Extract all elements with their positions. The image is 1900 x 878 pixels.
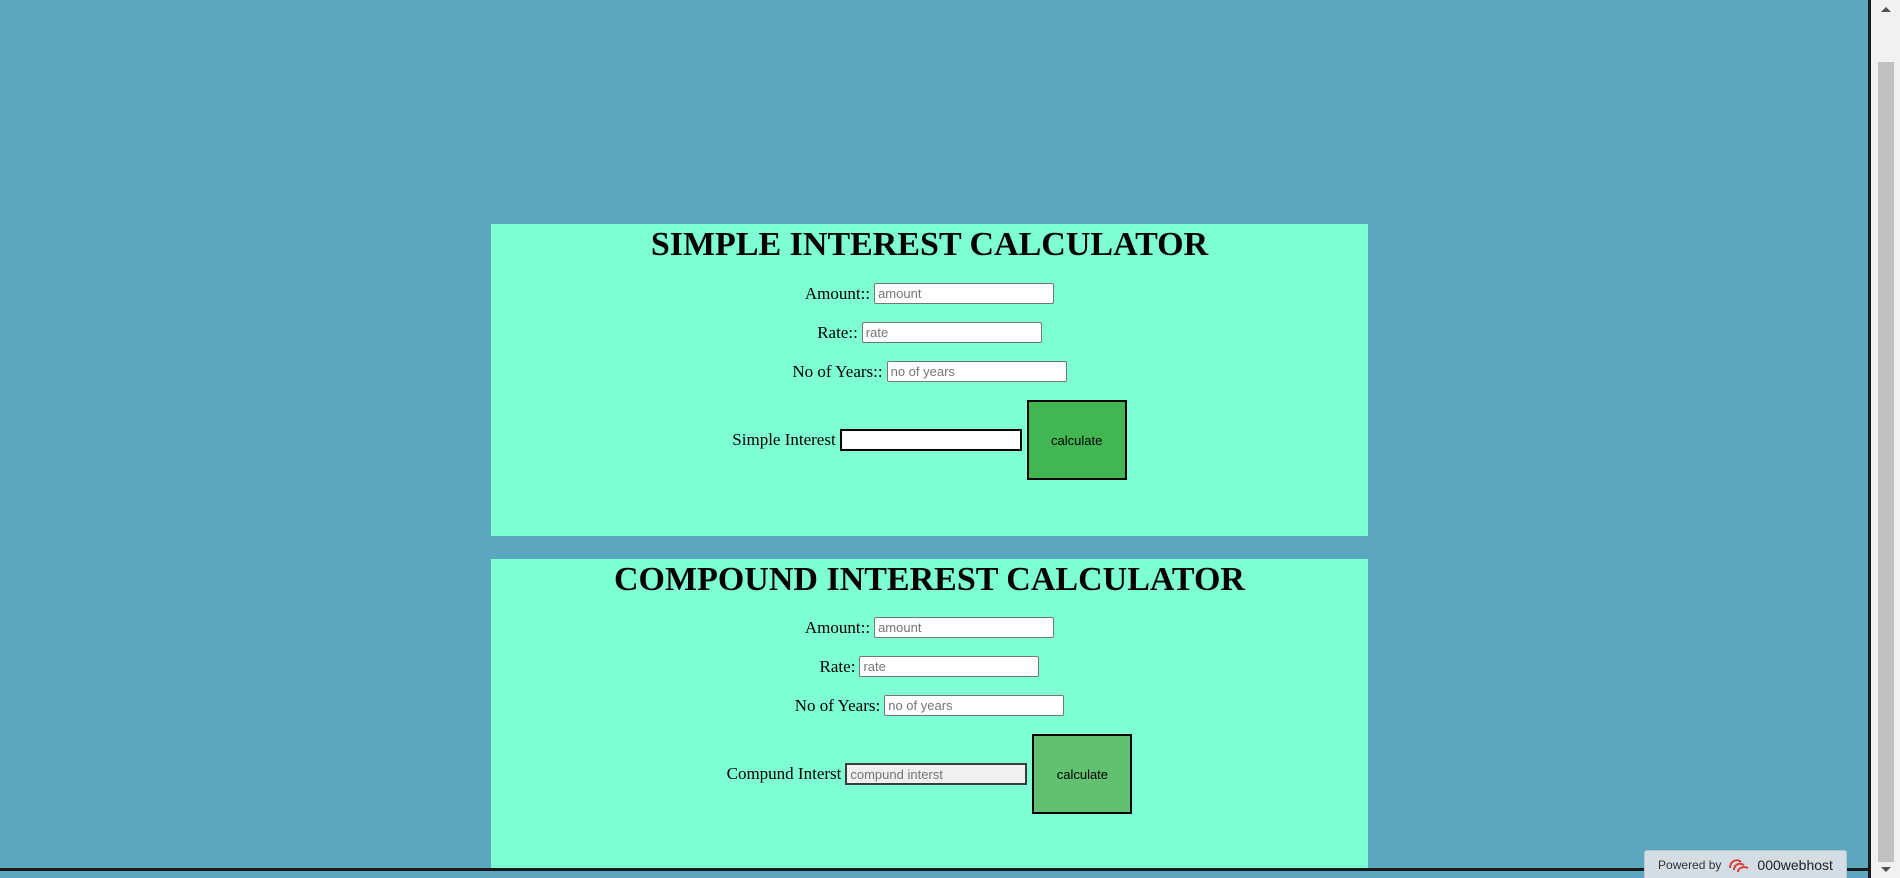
simple-interest-title: SIMPLE INTEREST CALCULATOR	[650, 226, 1209, 263]
compound-years-row: No of Years:	[491, 695, 1368, 716]
compound-interest-title: COMPOUND INTEREST CALCULATOR	[614, 561, 1245, 598]
compound-rate-input[interactable]	[859, 656, 1040, 677]
compound-years-input[interactable]	[884, 695, 1065, 716]
compound-amount-row: Amount::	[491, 617, 1368, 638]
compound-amount-input[interactable]	[874, 617, 1055, 638]
compound-result-label: Compund Interst	[726, 764, 842, 783]
simple-rate-label: Rate::	[817, 322, 858, 342]
window-bottom-border	[0, 868, 1871, 871]
scroll-up-arrow-icon[interactable]	[1871, 0, 1900, 18]
simple-years-input[interactable]	[886, 361, 1067, 382]
simple-amount-label: Amount::	[804, 283, 871, 303]
simple-amount-row: Amount::	[491, 283, 1368, 304]
powered-by-text: Powered by	[1658, 857, 1722, 872]
compound-result-row: Compund Interst calculate	[491, 734, 1368, 814]
simple-calculate-button[interactable]: calculate	[1026, 400, 1127, 480]
compound-years-label: No of Years:	[794, 695, 881, 715]
simple-rate-input[interactable]	[861, 322, 1042, 343]
scrollbar-thumb[interactable]	[1878, 62, 1894, 862]
000webhost-logo-icon	[1729, 858, 1749, 872]
powered-by-brand: 000webhost	[1757, 856, 1833, 873]
compound-amount-label: Amount::	[804, 617, 871, 637]
simple-result-row: Simple Interest calculate	[491, 400, 1368, 480]
simple-interest-output[interactable]	[839, 429, 1022, 451]
simple-interest-panel: SIMPLE INTEREST CALCULATOR Amount:: Rate…	[491, 224, 1368, 536]
compound-rate-row: Rate:	[491, 656, 1368, 677]
compound-interest-panel: COMPOUND INTEREST CALCULATOR Amount:: Ra…	[491, 559, 1368, 869]
compound-calculate-button[interactable]: calculate	[1032, 734, 1133, 814]
powered-by-badge[interactable]: Powered by 000webhost	[1644, 850, 1847, 878]
scroll-down-arrow-icon[interactable]	[1871, 860, 1900, 878]
simple-years-row: No of Years::	[491, 361, 1368, 382]
simple-years-label: No of Years::	[792, 361, 883, 381]
compound-interest-output[interactable]	[845, 763, 1028, 785]
simple-result-label: Simple Interest	[732, 430, 836, 449]
simple-amount-input[interactable]	[874, 283, 1055, 304]
vertical-scrollbar[interactable]	[1871, 0, 1900, 878]
simple-rate-row: Rate::	[491, 322, 1368, 343]
compound-rate-label: Rate:	[819, 656, 856, 676]
